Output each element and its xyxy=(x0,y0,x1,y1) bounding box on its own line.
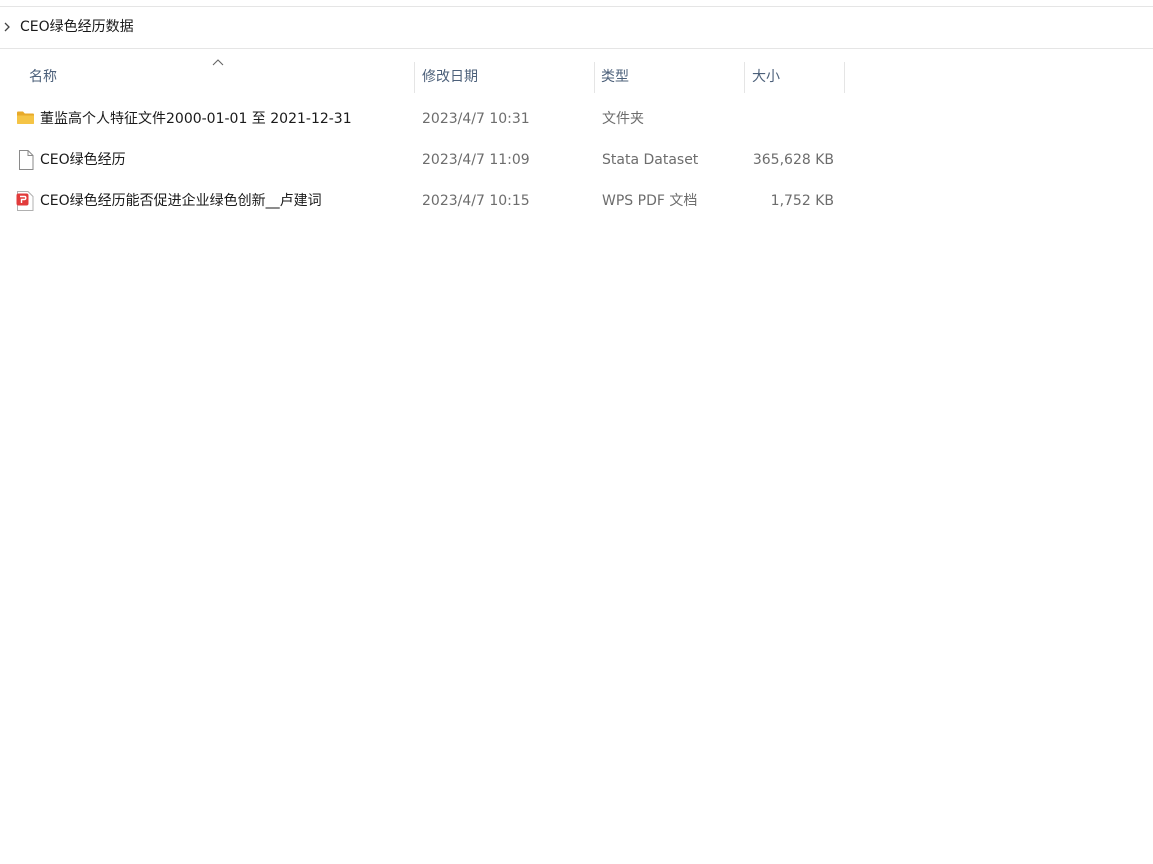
pdf-icon xyxy=(16,191,34,211)
column-name[interactable]: 名称 xyxy=(29,61,57,93)
chevron-right-icon[interactable] xyxy=(3,21,11,33)
address-bar: CEO绿色经历数据 xyxy=(0,7,1153,49)
column-type[interactable]: 类型 xyxy=(601,61,629,93)
column-divider[interactable] xyxy=(594,62,595,93)
file-name: CEO绿色经历 xyxy=(40,152,126,168)
sort-ascending-icon xyxy=(212,59,224,66)
document-icon xyxy=(19,150,34,170)
file-date: 2023/4/7 10:15 xyxy=(422,193,530,209)
column-divider[interactable] xyxy=(414,62,415,93)
file-date: 2023/4/7 11:09 xyxy=(422,152,530,168)
file-row-pdf[interactable]: CEO绿色经历能否促进企业绿色创新__卢建词 2023/4/7 10:15 WP… xyxy=(0,181,845,222)
column-date[interactable]: 修改日期 xyxy=(422,61,478,93)
file-row-dataset[interactable]: CEO绿色经历 2023/4/7 11:09 Stata Dataset 365… xyxy=(0,140,845,181)
file-name: 董监高个人特征文件2000-01-01 至 2021-12-31 xyxy=(40,111,352,127)
folder-icon xyxy=(17,111,34,124)
file-type: WPS PDF 文档 xyxy=(602,193,698,209)
column-divider[interactable] xyxy=(844,62,845,93)
file-type: Stata Dataset xyxy=(602,152,699,168)
file-name: CEO绿色经历能否促进企业绿色创新__卢建词 xyxy=(40,193,322,209)
file-type: 文件夹 xyxy=(602,111,644,127)
column-size[interactable]: 大小 xyxy=(752,61,780,93)
column-divider[interactable] xyxy=(744,62,745,93)
breadcrumb-folder[interactable]: CEO绿色经历数据 xyxy=(20,18,134,36)
file-date: 2023/4/7 10:31 xyxy=(422,111,530,127)
file-size: 365,628 KB xyxy=(752,152,834,168)
column-header: 名称 修改日期 类型 大小 xyxy=(0,50,1153,95)
file-row-folder[interactable]: 董监高个人特征文件2000-01-01 至 2021-12-31 2023/4/… xyxy=(0,99,845,140)
file-size: 1,752 KB xyxy=(770,193,834,209)
